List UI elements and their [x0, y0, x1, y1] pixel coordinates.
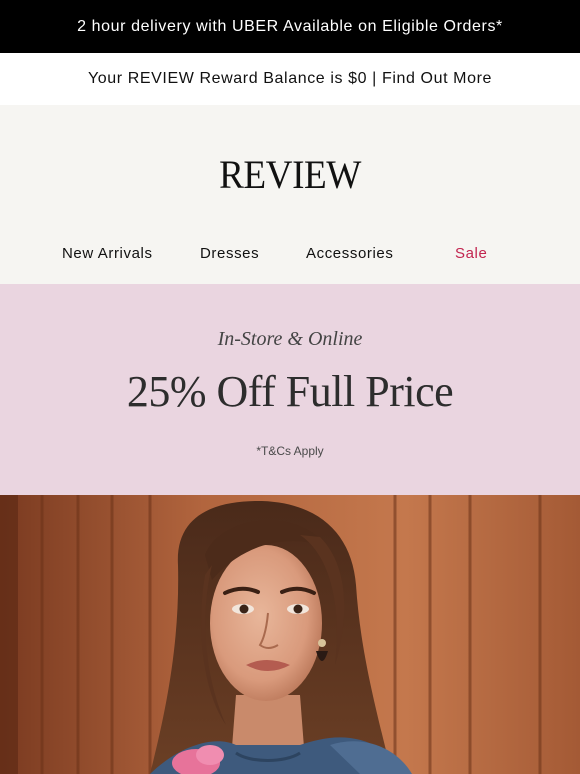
nav-new-arrivals[interactable]: New Arrivals [62, 245, 153, 262]
hero-image[interactable] [0, 495, 580, 774]
nav-dresses[interactable]: Dresses [200, 245, 259, 262]
brand-logo[interactable]: REVIEW [20, 151, 559, 198]
announcement-text[interactable]: 2 hour delivery with UBER Available on E… [77, 18, 503, 36]
model-photo-image [0, 495, 580, 774]
nav-sale[interactable]: Sale [455, 245, 487, 262]
site-header: REVIEW New Arrivals Dresses Accessories … [0, 105, 580, 284]
reward-balance-bar[interactable]: Your REVIEW Reward Balance is $0 | Find … [0, 53, 580, 105]
nav-accessories[interactable]: Accessories [306, 245, 393, 262]
promo-title: 25% Off Full Price [126, 367, 454, 416]
reward-balance-text[interactable]: Your REVIEW Reward Balance is $0 | Find … [88, 70, 492, 88]
promo-terms: *T&Cs Apply [256, 444, 324, 458]
announcement-bar[interactable]: 2 hour delivery with UBER Available on E… [0, 0, 580, 53]
promo-banner[interactable]: In-Store & Online 25% Off Full Price *T&… [0, 284, 580, 495]
promo-subtitle: In-Store & Online [217, 328, 363, 350]
